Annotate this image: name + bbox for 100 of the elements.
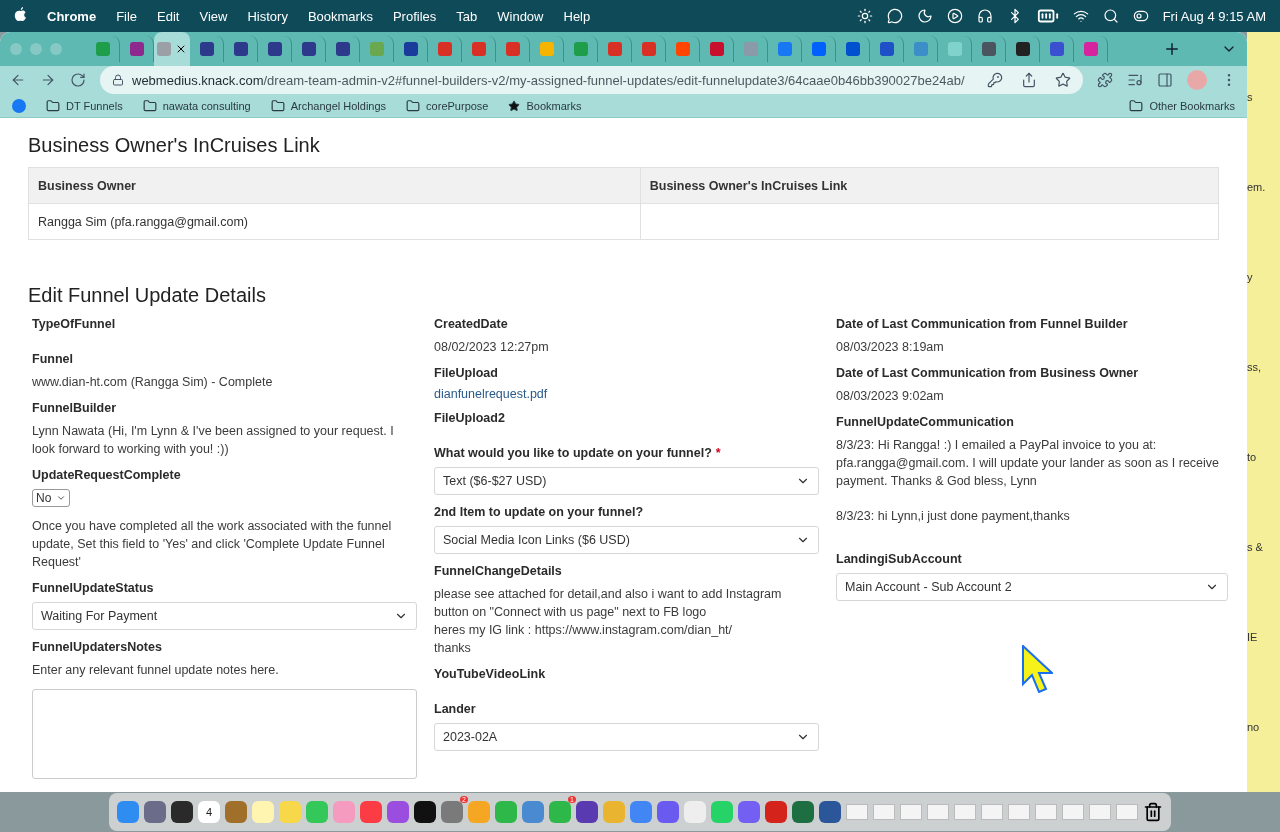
menu-item[interactable]: Profiles — [392, 8, 437, 24]
menu-item[interactable]: View — [199, 8, 228, 24]
bookmark-folder[interactable]: DT Funnels — [46, 98, 123, 113]
moon-icon[interactable] — [916, 8, 933, 24]
close-icon[interactable] — [175, 43, 187, 55]
field-value: 08/02/2023 12:27pm — [434, 339, 550, 356]
chat-icon[interactable] — [886, 8, 903, 24]
share-icon[interactable] — [1021, 72, 1037, 89]
note-text: to — [1247, 451, 1258, 463]
message-text: 8/3/23: Hi Rangga! :) I emailed a PayPal invoice to you at: pfa.rangga@gmail.com. I will update your lander as soon as I receive payment. Thanks & God bless, Lynn — [836, 437, 1221, 490]
bookmark-folder[interactable]: Archangel Holdings — [270, 98, 387, 113]
window-thumbnail[interactable] — [1062, 804, 1084, 820]
field-label: FunnelUpdateCommunication — [836, 415, 1015, 429]
bookmark-folder[interactable]: nawata consulting — [142, 98, 251, 113]
field-label: LandingiSubAccount — [836, 552, 963, 566]
trash-icon[interactable] — [1143, 802, 1163, 822]
window-thumbnail[interactable] — [873, 804, 895, 820]
select-field[interactable]: Text ($6-$27 USD) — [434, 467, 819, 495]
field-value: 08/03/2023 9:02am — [836, 388, 945, 405]
menu-item[interactable]: File — [116, 8, 138, 24]
menu-item[interactable]: History — [247, 8, 288, 24]
select-field[interactable]: Social Media Icon Links ($6 USD) — [434, 526, 819, 554]
field-label: YouTubeVideoLink — [434, 667, 547, 681]
menu-item[interactable]: Edit — [157, 8, 180, 24]
folder-icon — [270, 98, 285, 113]
app-icon[interactable] — [414, 801, 436, 823]
field-label: FunnelUpdatersNotes — [32, 640, 163, 654]
bookmark-folder[interactable]: Other Bookmarks — [1129, 98, 1235, 113]
window-thumbnail[interactable] — [900, 804, 922, 820]
note-text: IE — [1247, 631, 1259, 643]
field-value: Lynn Nawata (Hi, I'm Lynn & I've been assigned to your request. I look forward to working with you! :)) — [32, 423, 395, 458]
window-thumbnail[interactable] — [1008, 804, 1030, 820]
bookmark-folder[interactable]: corePurpose — [406, 98, 489, 113]
menu-item[interactable]: Help — [563, 8, 591, 24]
extensions-icon[interactable] — [1097, 72, 1113, 89]
reload-icon[interactable] — [70, 72, 86, 89]
address-bar[interactable]: webmedius.knack.com/dream-team-admin-v2#funnel-builders-v2/my-assigned-funnel-updates/edit-funnelupdate3/64caae0b46bb390027be24ab/ — [100, 66, 1083, 95]
app-icon[interactable]: 4 — [198, 801, 220, 823]
control-center-icon[interactable] — [1132, 8, 1149, 24]
field-label: Lander — [434, 702, 477, 716]
window-thumbnail[interactable] — [927, 804, 949, 820]
select-field[interactable]: No — [32, 489, 70, 507]
window-thumbnail[interactable] — [954, 804, 976, 820]
app-icon[interactable] — [171, 801, 193, 823]
column-header: Business Owner's InCruises Link — [640, 167, 1219, 204]
field-label: Date of Last Communication from Funnel Builder — [836, 317, 1129, 331]
field-label: FileUpload — [434, 366, 499, 380]
search-icon[interactable] — [1102, 8, 1119, 24]
window-thumbnail[interactable] — [1116, 804, 1138, 820]
field-label: Date of Last Communication from Business Owner — [836, 366, 1140, 380]
select-field[interactable]: Main Account - Sub Account 2 — [836, 573, 1228, 601]
help-text: Enter any relevant funnel update notes here. — [32, 662, 280, 679]
note-text: s & — [1247, 541, 1264, 553]
field-label: FileUpload2 — [434, 411, 506, 425]
note-text: em. — [1247, 181, 1267, 193]
window-thumbnail[interactable] — [981, 804, 1003, 820]
note-text: ss, — [1247, 361, 1263, 373]
note-text: y — [1247, 271, 1254, 283]
window-thumbnail[interactable] — [1035, 804, 1057, 820]
bookmarks-link[interactable]: Bookmarks — [508, 99, 582, 112]
app-menu[interactable]: Chrome — [47, 8, 97, 24]
note-text: s — [1247, 91, 1254, 103]
star-icon[interactable] — [1055, 72, 1071, 89]
field-label: TypeOfFunnel — [32, 317, 117, 331]
select-field[interactable]: 2023-02A — [434, 723, 819, 751]
notes-field[interactable] — [32, 689, 417, 779]
menubar-clock[interactable]: Fri Aug 4 9:15 AM — [1162, 8, 1266, 24]
section-title: Business Owner's InCruises Link — [28, 134, 321, 157]
field-label: FunnelBuilder — [32, 401, 118, 415]
window-thumbnail[interactable] — [846, 804, 868, 820]
star-icon — [508, 99, 521, 112]
field-value: www.dian-ht.com (Rangga Sim) - Complete — [32, 374, 274, 391]
facebook-icon[interactable] — [12, 98, 26, 113]
side-panel-icon[interactable] — [1157, 72, 1173, 89]
note-text: no — [1247, 721, 1261, 733]
field-label: 2nd Item to update on your funnel? — [434, 505, 645, 519]
app-icon[interactable] — [576, 801, 598, 823]
window-thumbnail[interactable] — [1089, 804, 1111, 820]
play-icon[interactable] — [946, 8, 963, 24]
file-link[interactable]: dianfunelrequest.pdf — [434, 387, 548, 401]
key-icon[interactable] — [987, 72, 1003, 89]
help-text: Once you have completed all the work associated with the funnel update, Set this field to 'Yes' and click 'Complete Update Funnel Request' — [32, 518, 393, 571]
menu-item[interactable]: Tab — [456, 8, 478, 24]
menu-item[interactable]: Bookmarks — [307, 8, 373, 24]
message-text: 8/3/23: hi Lynn,i just done payment,thanks — [836, 508, 1071, 525]
folder-icon — [46, 98, 60, 113]
field-label: UpdateRequestComplete — [32, 468, 182, 482]
new-tab-icon[interactable] — [1163, 40, 1181, 58]
field-value: thanks — [434, 640, 472, 657]
brightness-icon[interactable] — [856, 8, 873, 24]
headphones-icon[interactable] — [976, 8, 993, 24]
column-header: Business Owner — [28, 167, 641, 204]
menu-item[interactable]: Window — [497, 8, 544, 24]
select-field[interactable]: Waiting For Payment — [32, 602, 417, 630]
field-label: Funnel — [32, 352, 74, 366]
field-label: What would you like to update on your funnel? * — [434, 446, 722, 460]
field-value: heres my IG link : https://www.instagram.com/dian_ht/ — [434, 622, 734, 639]
field-value: 08/03/2023 8:19am — [836, 339, 945, 356]
folder-icon — [1129, 98, 1144, 113]
wifi-icon[interactable] — [1072, 8, 1089, 24]
